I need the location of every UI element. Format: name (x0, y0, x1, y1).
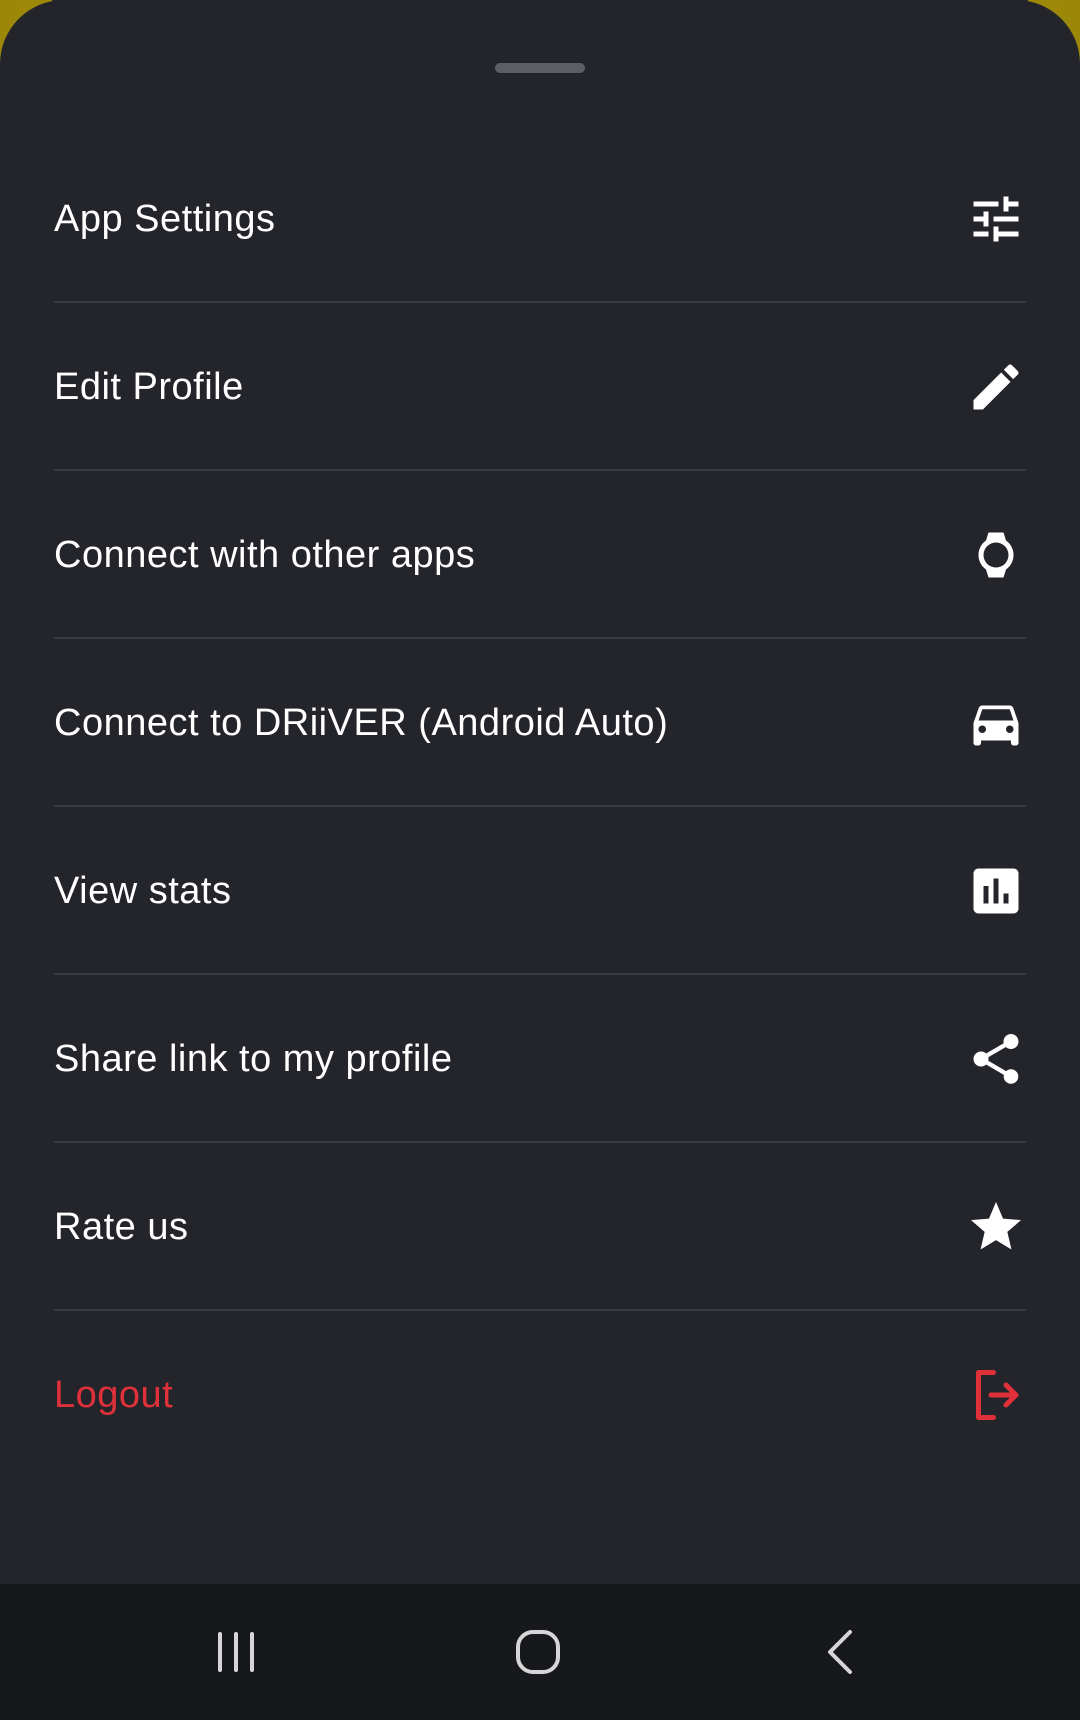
menu-item-connect-apps[interactable]: Connect with other apps (0, 471, 1080, 639)
menu-item-label: View stats (54, 869, 232, 912)
menu-item-view-stats[interactable]: View stats (0, 807, 1080, 975)
menu-item-label: Logout (54, 1373, 174, 1416)
menu-item-logout[interactable]: Logout (0, 1311, 1080, 1479)
car-icon (966, 693, 1026, 753)
sheet-drag-handle[interactable] (495, 63, 585, 73)
menu-item-label: Connect with other apps (54, 533, 476, 576)
system-navigation-bar (0, 1584, 1080, 1720)
smartwatch-icon (966, 525, 1026, 585)
menu-item-label: Connect to DRiiVER (Android Auto) (54, 701, 669, 744)
home-icon[interactable] (508, 1622, 568, 1682)
menu-item-share-profile[interactable]: Share link to my profile (0, 975, 1080, 1143)
menu-item-label: Edit Profile (54, 365, 244, 408)
menu-item-app-settings[interactable]: App Settings (0, 135, 1080, 303)
menu-item-rate-us[interactable]: Rate us (0, 1143, 1080, 1311)
tune-sliders-icon (966, 189, 1026, 249)
pencil-icon (966, 357, 1026, 417)
logout-icon (966, 1365, 1026, 1425)
star-icon (966, 1197, 1026, 1257)
menu-item-label: App Settings (54, 197, 276, 240)
recent-apps-icon[interactable] (206, 1622, 266, 1682)
back-icon[interactable] (810, 1622, 870, 1682)
bar-chart-icon (966, 861, 1026, 921)
menu-item-label: Share link to my profile (54, 1037, 453, 1080)
menu-list: App Settings Edit Profile Connect with o… (0, 135, 1080, 1479)
menu-item-edit-profile[interactable]: Edit Profile (0, 303, 1080, 471)
menu-item-label: Rate us (54, 1205, 189, 1248)
bottom-sheet: App Settings Edit Profile Connect with o… (0, 0, 1080, 1584)
menu-item-connect-driiver[interactable]: Connect to DRiiVER (Android Auto) (0, 639, 1080, 807)
share-icon (966, 1029, 1026, 1089)
